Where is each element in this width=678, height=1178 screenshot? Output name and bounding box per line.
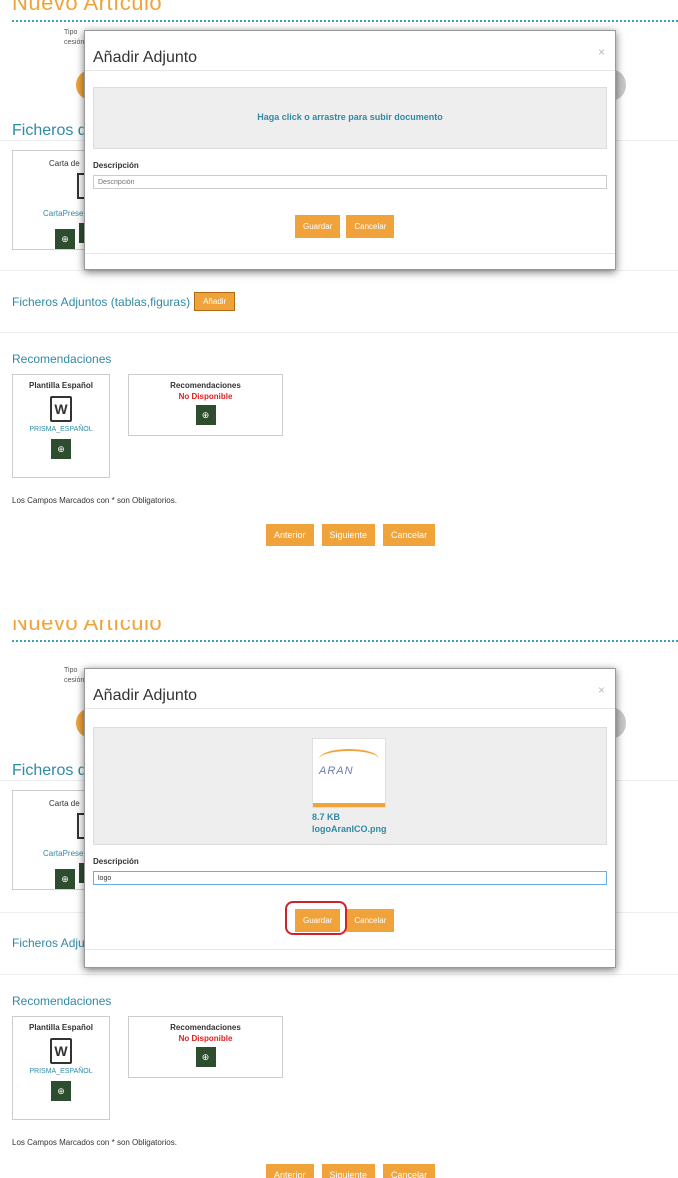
carta-card-link[interactable]: CartaPrese — [43, 849, 83, 858]
save-button-highlight — [285, 901, 347, 935]
modal-title: Añadir Adjunto — [93, 49, 198, 66]
adjuntos-label: Ficheros Adjun — [12, 936, 92, 950]
close-icon[interactable]: × — [598, 683, 605, 697]
page-title: Nuevo Artículo — [12, 0, 163, 15]
description-input[interactable] — [93, 175, 607, 189]
cancel-button[interactable]: Cancelar — [346, 909, 395, 932]
file-thumbnail: ARAN — [312, 738, 386, 808]
adjuntos-row: Ficheros Adjuntos (tablas,figuras) Añadi… — [12, 292, 236, 311]
screenshot-panel-2: Nuevo Artículo Tipo cesión Ficheros d Ca… — [0, 620, 678, 1178]
carta-card-title: Carta de — [49, 159, 80, 168]
screenshot-panel-1: Nuevo Artículo Tipo cesión Ficheros d Ca… — [0, 0, 678, 560]
ficheros-section-title: Ficheros d — [12, 762, 87, 779]
file-name: logoAranICO.png — [312, 824, 387, 834]
download-button[interactable]: ⊕ — [51, 1081, 71, 1101]
wizard-nav: Anterior Siguiente Cancelar — [266, 524, 436, 546]
plantilla-title: Plantilla Español — [28, 1023, 93, 1032]
section-divider — [0, 332, 678, 333]
thumbnail-progress-bar — [313, 803, 385, 807]
previous-button[interactable]: Anterior — [266, 524, 314, 546]
next-button[interactable]: Siguiente — [321, 524, 376, 546]
title-divider — [12, 20, 678, 22]
carta-card: Carta de CartaPrese ⊕ — [12, 790, 92, 890]
status-no-disponible: No Disponible — [178, 1034, 233, 1043]
word-doc-icon: W — [50, 396, 72, 422]
add-attachment-modal: Añadir Adjunto × ARAN 8.7 KB logoAranICO… — [84, 668, 616, 968]
tipo-cesion-fragment: Tipo cesión — [64, 29, 85, 46]
recomendaciones-card-title: Recomendaciones — [170, 1023, 241, 1032]
carta-card-title: Carta de — [49, 799, 80, 808]
required-fields-note: Los Campos Marcados con * son Obligatori… — [12, 1138, 177, 1147]
upload-button[interactable]: ⊕ — [55, 229, 75, 249]
previous-button[interactable]: Anterior — [266, 1164, 314, 1178]
carta-card-link[interactable]: CartaPrese — [43, 209, 83, 218]
modal-header: Añadir Adjunto × — [85, 31, 615, 71]
upload-button[interactable]: ⊕ — [195, 1047, 216, 1067]
description-label: Descripción — [93, 857, 139, 866]
modal-title: Añadir Adjunto — [93, 687, 198, 704]
tipo-cesion-fragment: Tipo cesión — [64, 667, 85, 684]
plantilla-card: Plantilla Español W PRISMA_ESPAÑOL ⊕ — [12, 1016, 110, 1120]
upload-button[interactable]: ⊕ — [195, 405, 216, 425]
description-label: Descripción — [93, 161, 139, 170]
next-button[interactable]: Siguiente — [321, 1164, 376, 1178]
recomendaciones-card: Recomendaciones No Disponible ⊕ — [128, 374, 283, 436]
section-divider — [0, 974, 678, 975]
cancel-button[interactable]: Cancelar — [346, 215, 395, 238]
dropzone-text: Haga click o arrastre para subir documen… — [257, 112, 443, 122]
plantilla-link[interactable]: PRISMA_ESPAÑOL — [13, 426, 109, 433]
upload-dropzone[interactable]: ARAN 8.7 KB logoAranICO.png — [93, 727, 607, 845]
section-divider — [0, 270, 678, 271]
modal-footer-divider — [85, 949, 615, 950]
modal-footer-divider — [85, 253, 615, 254]
title-divider — [12, 640, 678, 642]
description-input[interactable] — [93, 871, 607, 885]
adjuntos-row: Ficheros Adjun — [12, 936, 91, 950]
recomendaciones-card-title: Recomendaciones — [170, 381, 241, 390]
save-button[interactable]: Guardar — [295, 215, 341, 238]
recomendaciones-title: Recomendaciones — [12, 352, 112, 366]
page-title: Nuevo Artículo — [12, 620, 163, 635]
status-no-disponible: No Disponible — [178, 392, 233, 401]
modal-header: Añadir Adjunto × — [85, 669, 615, 709]
wizard-nav: Anterior Siguiente Cancelar — [266, 1164, 436, 1178]
plantilla-card: Plantilla Español W PRISMA_ESPAÑOL ⊕ — [12, 374, 110, 478]
plantilla-title: Plantilla Español — [28, 381, 93, 390]
modal-actions: Guardar Cancelar — [295, 215, 395, 238]
cancel-wizard-button[interactable]: Cancelar — [383, 524, 436, 546]
word-doc-icon: W — [50, 1038, 72, 1064]
adjuntos-label: Ficheros Adjuntos (tablas,figuras) — [12, 294, 191, 309]
plantilla-link[interactable]: PRISMA_ESPAÑOL — [13, 1068, 109, 1075]
close-icon[interactable]: × — [598, 45, 605, 59]
carta-card: Carta de CartaPrese ⊕ — [12, 150, 92, 250]
download-button[interactable]: ⊕ — [51, 439, 71, 459]
aran-logo-text: ARAN — [319, 765, 354, 777]
cancel-wizard-button[interactable]: Cancelar — [383, 1164, 436, 1178]
required-fields-note: Los Campos Marcados con * son Obligatori… — [12, 496, 177, 505]
add-attachment-modal: Añadir Adjunto × Haga click o arrastre p… — [84, 30, 616, 270]
recomendaciones-card: Recomendaciones No Disponible ⊕ — [128, 1016, 283, 1078]
recomendaciones-title: Recomendaciones — [12, 994, 112, 1008]
upload-dropzone[interactable]: Haga click o arrastre para subir documen… — [93, 87, 607, 149]
ficheros-section-title: Ficheros d — [12, 122, 87, 139]
upload-button[interactable]: ⊕ — [55, 869, 75, 889]
add-attachment-button[interactable]: Añadir — [194, 292, 236, 311]
file-size: 8.7 KB — [312, 812, 341, 822]
